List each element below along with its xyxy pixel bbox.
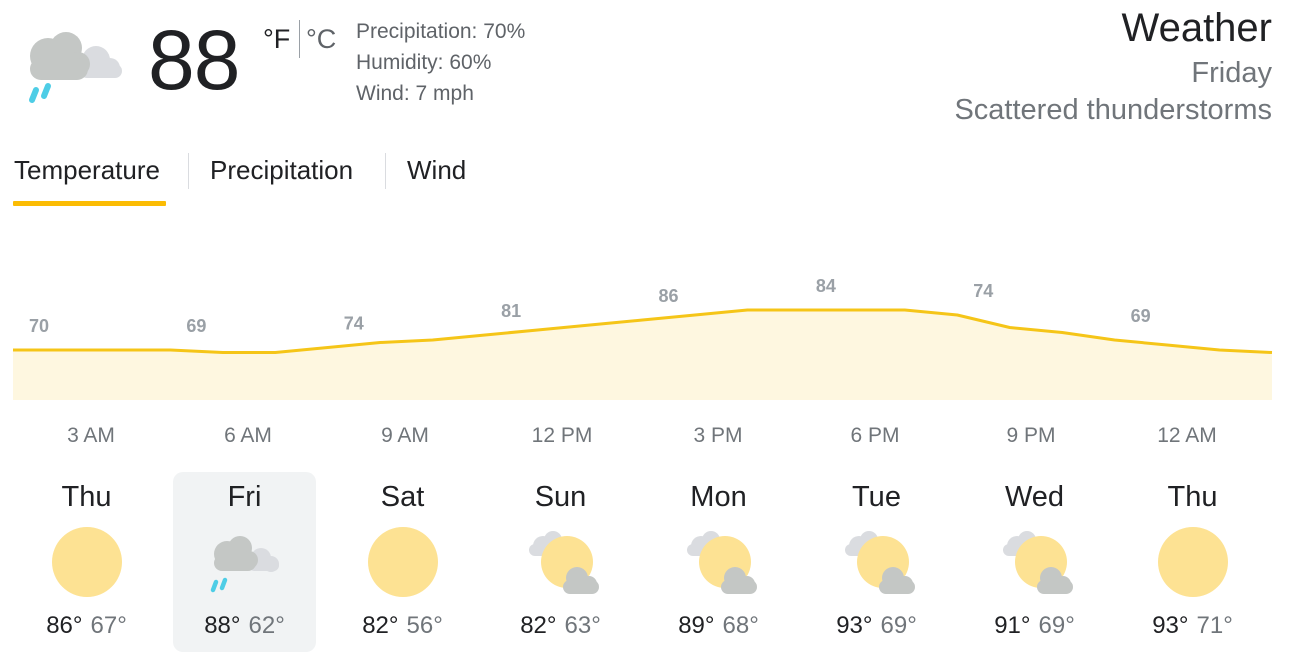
temperature-data-label: 81 bbox=[501, 301, 521, 321]
partly-cloudy-icon bbox=[845, 531, 915, 594]
forecast-day-name: Thu bbox=[61, 481, 112, 513]
forecast-low: 69° bbox=[1038, 612, 1075, 639]
tab-divider bbox=[188, 153, 189, 189]
forecast-day-card[interactable]: Sat 82° 56° bbox=[331, 472, 474, 652]
forecast-low: 56° bbox=[406, 612, 443, 639]
wind-detail: Wind: 7 mph bbox=[356, 82, 474, 105]
humidity-detail: Humidity: 60% bbox=[356, 51, 492, 74]
forecast-day-name: Sat bbox=[380, 481, 425, 513]
forecast-low: 67° bbox=[90, 612, 127, 639]
forecast-high: 82° bbox=[520, 612, 557, 639]
forecast-day-card[interactable]: Wed 91° 69° bbox=[963, 472, 1106, 652]
forecast-high: 88° bbox=[204, 612, 241, 639]
forecast-low: 62° bbox=[248, 612, 285, 639]
forecast-low: 69° bbox=[880, 612, 917, 639]
partly-cloudy-icon bbox=[687, 531, 757, 594]
forecast-high: 91° bbox=[994, 612, 1031, 639]
forecast-high: 93° bbox=[836, 612, 873, 639]
forecast-temps: 82° 63° bbox=[489, 612, 632, 640]
temperature-data-label: 86 bbox=[658, 286, 678, 306]
forecast-day-name: Tue bbox=[852, 481, 901, 513]
rain-cloud-icon bbox=[29, 32, 122, 103]
forecast-day-card-selected[interactable]: Fri 88° 62° bbox=[173, 472, 316, 652]
unit-divider bbox=[299, 20, 300, 58]
forecast-day-name: Fri bbox=[227, 481, 262, 513]
partly-cloudy-icon bbox=[529, 531, 599, 594]
unit-celsius-toggle[interactable]: °C bbox=[306, 24, 336, 55]
temperature-chart: 70 69 74 81 86 84 74 69 bbox=[13, 276, 1273, 400]
forecast-low: 63° bbox=[564, 612, 601, 639]
unit-fahrenheit-toggle[interactable]: °F bbox=[263, 24, 290, 55]
forecast-temps: 93° 71° bbox=[1121, 612, 1264, 640]
time-tick-label: 6 AM bbox=[224, 424, 272, 447]
temperature-data-label: 74 bbox=[973, 281, 993, 301]
time-tick-label: 12 AM bbox=[1157, 424, 1217, 447]
active-tab-indicator bbox=[13, 201, 166, 206]
tab-precipitation[interactable]: Precipitation bbox=[210, 155, 353, 186]
forecast-high: 89° bbox=[678, 612, 715, 639]
forecast-temps: 82° 56° bbox=[331, 612, 474, 640]
time-tick-label: 9 AM bbox=[381, 424, 429, 447]
sun-icon bbox=[52, 527, 122, 597]
time-tick-label: 12 PM bbox=[531, 424, 593, 447]
forecast-temps: 91° 69° bbox=[963, 612, 1106, 640]
current-day: Friday bbox=[1191, 57, 1272, 89]
sun-icon bbox=[368, 527, 438, 597]
forecast-day-card[interactable]: Thu 93° 71° bbox=[1121, 472, 1264, 652]
forecast-day-card[interactable]: Thu 86° 67° bbox=[15, 472, 158, 652]
current-condition: Scattered thunderstorms bbox=[954, 94, 1272, 126]
sun-icon bbox=[1158, 527, 1228, 597]
forecast-temps: 88° 62° bbox=[173, 612, 316, 640]
temperature-data-label: 74 bbox=[344, 314, 364, 334]
tab-temperature[interactable]: Temperature bbox=[14, 155, 160, 186]
forecast-temps: 86° 67° bbox=[15, 612, 158, 640]
tab-wind[interactable]: Wind bbox=[407, 155, 466, 186]
forecast-day-name: Mon bbox=[690, 481, 747, 513]
forecast-high: 82° bbox=[362, 612, 399, 639]
forecast-day-name: Wed bbox=[1004, 481, 1065, 513]
time-tick-label: 6 PM bbox=[850, 424, 900, 447]
partly-cloudy-icon bbox=[1003, 531, 1073, 594]
forecast-temps: 93° 69° bbox=[805, 612, 948, 640]
forecast-high: 93° bbox=[1152, 612, 1189, 639]
time-tick-label: 9 PM bbox=[1006, 424, 1056, 447]
forecast-low: 71° bbox=[1196, 612, 1233, 639]
temperature-data-label: 84 bbox=[816, 276, 836, 296]
forecast-day-name: Sun bbox=[534, 481, 587, 513]
temperature-data-label: 69 bbox=[186, 316, 206, 336]
forecast-day-card[interactable]: Tue 93° 69° bbox=[805, 472, 948, 652]
time-tick-label: 3 PM bbox=[693, 424, 743, 447]
temperature-data-label: 69 bbox=[1131, 306, 1151, 326]
forecast-day-name: Thu bbox=[1167, 481, 1218, 513]
current-temperature: 88 bbox=[148, 13, 240, 107]
forecast-high: 86° bbox=[46, 612, 83, 639]
forecast-day-card[interactable]: Mon 89° 68° bbox=[647, 472, 790, 652]
time-tick-label: 3 AM bbox=[67, 424, 115, 447]
temperature-data-label: 70 bbox=[29, 316, 49, 336]
rain-cloud-icon bbox=[210, 536, 279, 593]
tab-divider bbox=[385, 153, 386, 189]
forecast-low: 68° bbox=[722, 612, 759, 639]
precipitation-detail: Precipitation: 70% bbox=[356, 20, 526, 43]
weather-title: Weather bbox=[1121, 6, 1272, 50]
forecast-day-card[interactable]: Sun 82° 63° bbox=[489, 472, 632, 652]
forecast-temps: 89° 68° bbox=[647, 612, 790, 640]
